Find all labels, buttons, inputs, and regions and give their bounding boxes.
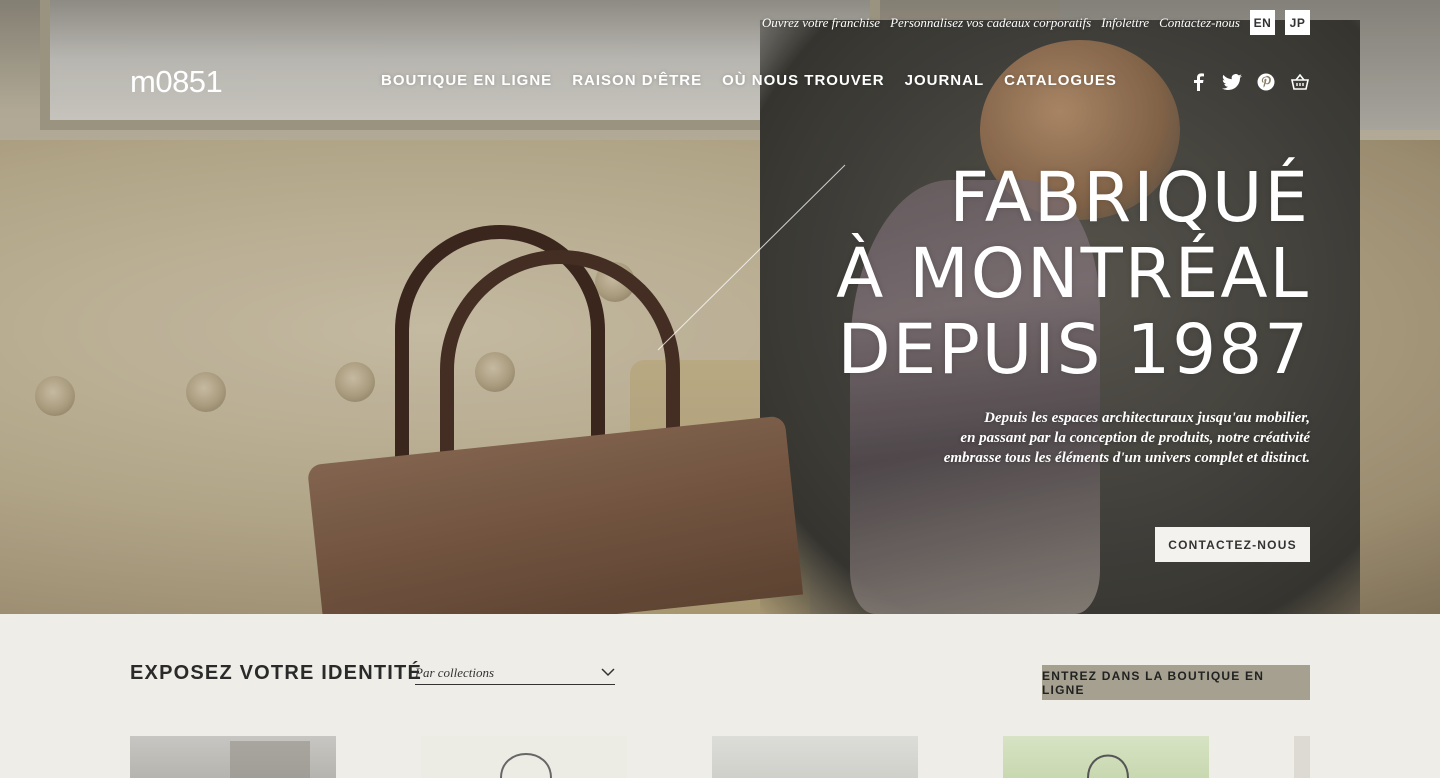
- lang-jp-button[interactable]: JP: [1285, 10, 1310, 35]
- nav-trouver[interactable]: OÙ NOUS TROUVER: [722, 72, 885, 89]
- nav-catalogues[interactable]: CATALOGUES: [1004, 72, 1117, 89]
- lang-en-button[interactable]: EN: [1250, 10, 1275, 35]
- tagline-line: en passant par la conception de produits…: [960, 430, 1310, 446]
- contact-button[interactable]: CONTACTEZ-NOUS: [1155, 527, 1310, 562]
- basket-icon[interactable]: [1290, 72, 1310, 92]
- headline-line: DEPUIS 1987: [837, 310, 1310, 390]
- main-nav: BOUTIQUE EN LIGNE RAISON D'ÊTRE OÙ NOUS …: [381, 72, 1117, 89]
- facebook-icon[interactable]: [1188, 72, 1208, 92]
- pinterest-icon[interactable]: [1256, 72, 1276, 92]
- social-links: [1188, 72, 1310, 92]
- headline-line: À MONTRÉAL: [836, 234, 1310, 314]
- product-thumbnail[interactable]: [1003, 736, 1209, 778]
- util-link-gifts[interactable]: Personnalisez vos cadeaux corporatifs: [890, 15, 1091, 31]
- product-thumbnail[interactable]: [421, 736, 627, 778]
- product-thumbnail[interactable]: [712, 736, 918, 778]
- util-link-franchise[interactable]: Ouvrez votre franchise: [762, 15, 880, 31]
- nav-raison[interactable]: RAISON D'ÊTRE: [572, 72, 702, 89]
- tagline-line: embrasse tous les éléments d'un univers …: [943, 450, 1310, 466]
- util-link-newsletter[interactable]: Infolettre: [1101, 15, 1149, 31]
- product-thumbnail[interactable]: [130, 736, 336, 778]
- tagline-line: Depuis les espaces architecturaux jusqu'…: [984, 410, 1310, 426]
- hero-tagline: Depuis les espaces architecturaux jusqu'…: [944, 408, 1310, 468]
- brand-logo[interactable]: m0851: [130, 64, 223, 100]
- enter-shop-button[interactable]: ENTREZ DANS LA BOUTIQUE EN LIGNE: [1042, 665, 1310, 700]
- nav-boutique[interactable]: BOUTIQUE EN LIGNE: [381, 72, 552, 89]
- collection-select[interactable]: Par collections: [415, 662, 615, 685]
- nav-journal[interactable]: JOURNAL: [905, 72, 985, 89]
- headline-line: FABRIQUÉ: [949, 158, 1310, 238]
- section-title: EXPOSEZ VOTRE IDENTITÉ: [130, 662, 422, 684]
- select-value: Par collections: [415, 665, 495, 680]
- chevron-down-icon: [601, 664, 615, 682]
- twitter-icon[interactable]: [1222, 72, 1242, 92]
- hero-headline: FABRIQUÉ À MONTRÉAL DEPUIS 1987: [836, 160, 1310, 388]
- utility-nav: Ouvrez votre franchise Personnalisez vos…: [762, 10, 1310, 35]
- util-link-contact[interactable]: Contactez-nous: [1159, 15, 1240, 31]
- product-thumbnail[interactable]: [1294, 736, 1310, 778]
